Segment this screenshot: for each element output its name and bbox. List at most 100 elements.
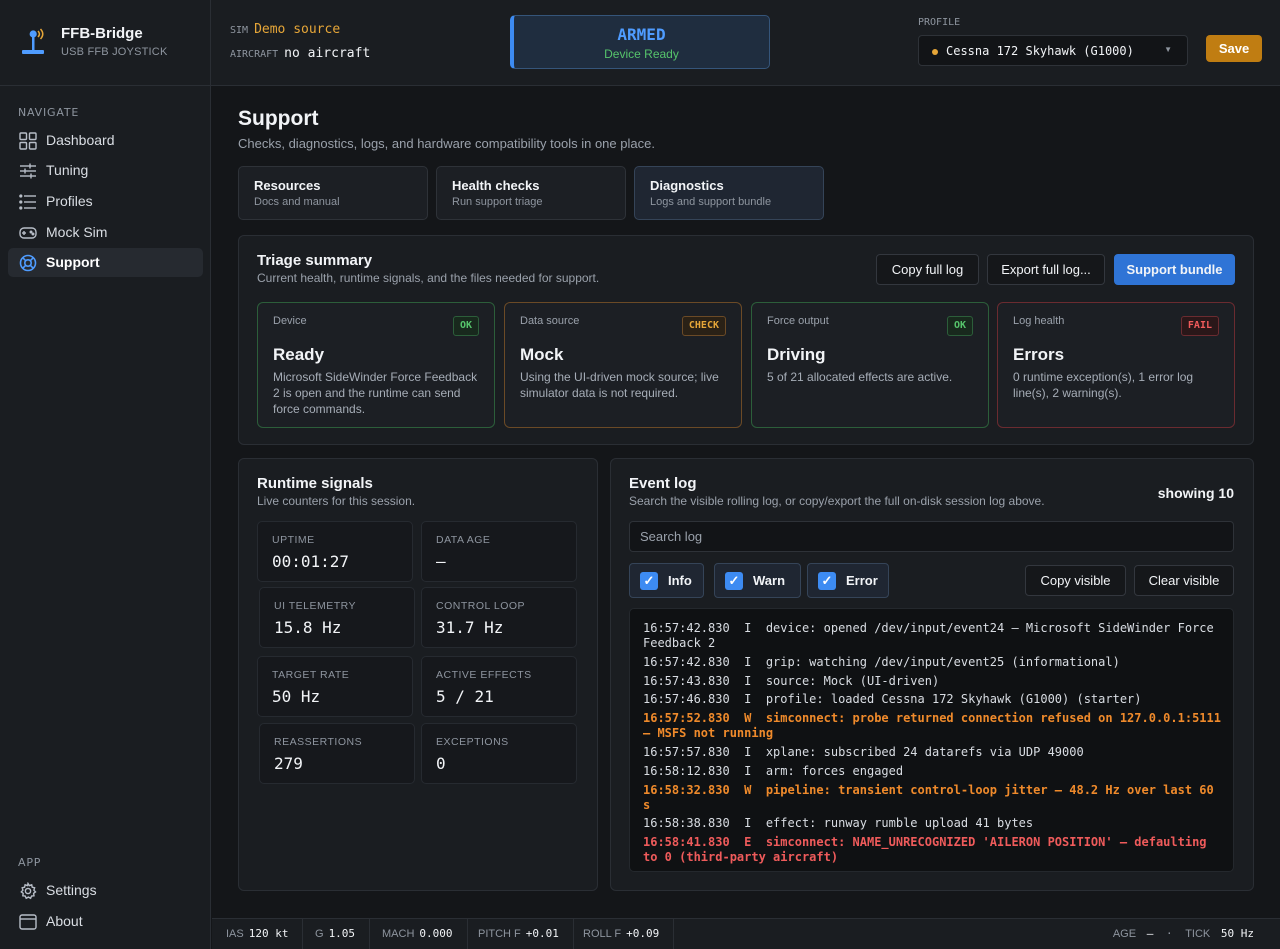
status-right: AGE — · TICK 50 Hz — [1113, 919, 1254, 949]
support-bundle-button[interactable]: Support bundle — [1114, 254, 1235, 285]
export-full-log-button[interactable]: Export full log... — [987, 254, 1105, 285]
search-log-input[interactable] — [629, 521, 1234, 552]
save-button[interactable]: Save — [1206, 35, 1262, 62]
status-label: IAS — [226, 928, 244, 940]
runtime-title: Runtime signals — [257, 475, 373, 492]
aircraft-value: no aircraft — [284, 46, 371, 61]
status-badge: OK — [452, 316, 479, 336]
tab-resources[interactable]: Resources Docs and manual — [238, 166, 428, 220]
tab-subtitle: Run support triage — [452, 196, 543, 208]
sidebar-item-label: Support — [46, 254, 100, 270]
filter-label: Warn — [753, 573, 786, 588]
card-label: Data source — [520, 315, 580, 327]
status-badge: OK — [946, 316, 973, 336]
sim-value: Demo source — [254, 22, 341, 37]
status-ias: IAS 120 kt — [212, 919, 304, 949]
log-health-card: Log health FAIL Errors 0 runtime excepti… — [997, 302, 1235, 428]
sidebar-item-dashboard[interactable]: Dashboard — [8, 126, 203, 155]
aircraft-label: AIRCRAFT — [230, 49, 279, 60]
status-value: 0.000 — [419, 927, 453, 940]
signal-value: 15.8 Hz — [274, 618, 342, 637]
log-line: 16:58:38.830 I effect: runway rumble upl… — [643, 816, 1034, 831]
profile-status-dot — [932, 49, 938, 55]
sidebar-item-about[interactable]: About — [8, 907, 203, 936]
signal-exceptions: EXCEPTIONS 0 — [421, 723, 577, 784]
sidebar-item-profiles[interactable]: Profiles — [8, 187, 203, 216]
signal-value: 5 / 21 — [436, 687, 494, 706]
status-badge: CHECK — [681, 316, 726, 336]
triage-summary-panel: Triage summary Current health, runtime s… — [238, 235, 1254, 445]
status-label: ROLL F — [583, 928, 622, 940]
sim-source-row: SIM Demo source — [230, 21, 340, 37]
filter-warn-toggle[interactable]: ✓ Warn — [714, 563, 801, 598]
top-bar: FFB-Bridge USB FFB JOYSTICK SIM Demo sour… — [0, 0, 1280, 86]
app-heading: APP — [18, 856, 42, 869]
signal-uptime: UPTIME 00:01:27 — [257, 521, 413, 582]
status-bar: IAS 120 kt G 1.05 MACH 0.000 PITCH F +0.01 R… — [212, 918, 1280, 949]
checkbox-checked-icon: ✓ — [640, 572, 658, 590]
tab-diagnostics[interactable]: Diagnostics Logs and support bundle — [634, 166, 824, 220]
log-line: 16:57:57.830 I xplane: subscribed 24 dat… — [643, 744, 1084, 759]
signal-value: — — [436, 552, 446, 571]
card-value: Mock — [520, 345, 564, 364]
chevron-down-icon: ▼ — [1164, 45, 1172, 54]
tab-title: Diagnostics — [650, 178, 724, 193]
app-name: FFB-Bridge — [61, 25, 143, 42]
copy-full-log-button[interactable]: Copy full log — [876, 254, 979, 285]
log-line: 16:57:43.830 I source: Mock (UI-driven) — [643, 673, 940, 688]
event-log-subtitle: Search the visible rolling log, or copy/… — [629, 494, 1045, 508]
status-value: 1.05 — [328, 927, 356, 940]
checkbox-checked-icon: ✓ — [818, 572, 836, 590]
status-label: MACH — [382, 928, 415, 940]
main-content: Support Checks, diagnostics, logs, and h… — [212, 87, 1280, 916]
log-line: 16:58:12.830 I arm: forces engaged — [643, 763, 904, 778]
tick-value: 50 Hz — [1220, 927, 1254, 940]
sim-label: SIM — [230, 25, 249, 36]
app-subtitle: USB FFB JOYSTICK — [61, 46, 168, 58]
sidebar-item-support[interactable]: Support — [8, 248, 203, 277]
joystick-logo-icon — [22, 28, 44, 54]
log-line-error: 16:58:41.830 E simconnect: NAME_UNRECOGN… — [643, 835, 1214, 865]
signal-label: UPTIME — [272, 534, 315, 546]
filter-label: Error — [846, 573, 878, 588]
signal-ui-telemetry: UI TELEMETRY 15.8 Hz — [259, 587, 415, 648]
profile-select[interactable]: Cessna 172 Skyhawk (G1000) ▼ — [918, 35, 1188, 66]
card-label: Log health — [1013, 315, 1065, 327]
navigate-heading: NAVIGATE — [18, 106, 80, 119]
armed-state: ARMED — [617, 25, 666, 44]
signal-value: 31.7 Hz — [436, 618, 504, 637]
card-value: Errors — [1013, 345, 1065, 364]
sidebar-item-settings[interactable]: Settings — [8, 876, 203, 905]
page-subtitle: Checks, diagnostics, logs, and hardware … — [238, 136, 655, 151]
force-output-card: Force output OK Driving 5 of 21 allocate… — [751, 302, 989, 428]
card-description: 0 runtime exception(s), 1 error log line… — [1013, 370, 1194, 400]
card-description: Microsoft SideWinder Force Feedback 2 is… — [273, 370, 478, 416]
sidebar-item-label: Tuning — [46, 162, 89, 178]
triage-title: Triage summary — [257, 252, 373, 269]
gear-icon — [20, 882, 37, 900]
tab-title: Resources — [254, 178, 321, 193]
card-value: Driving — [767, 345, 826, 364]
tab-subtitle: Logs and support bundle — [650, 196, 772, 208]
filter-error-toggle[interactable]: ✓ Error — [807, 563, 889, 598]
brand: FFB-Bridge USB FFB JOYSTICK — [0, 0, 211, 86]
sidebar-item-label: Profiles — [46, 193, 93, 209]
status-value: +0.01 — [525, 927, 559, 940]
filter-info-toggle[interactable]: ✓ Info — [629, 563, 704, 598]
checkbox-checked-icon: ✓ — [725, 572, 743, 590]
filter-label: Info — [668, 573, 692, 588]
clear-visible-button[interactable]: Clear visible — [1134, 565, 1234, 596]
status-label: G — [315, 928, 324, 940]
sidebar-item-tuning[interactable]: Tuning — [8, 156, 203, 185]
copy-visible-button[interactable]: Copy visible — [1025, 565, 1126, 596]
sidebar-item-mock-sim[interactable]: Mock Sim — [8, 218, 203, 247]
signal-label: ACTIVE EFFECTS — [436, 669, 532, 681]
device-card: Device OK Ready Microsoft SideWinder For… — [257, 302, 495, 428]
armed-status-box: ARMED Device Ready — [510, 15, 770, 69]
card-value: Ready — [273, 345, 325, 364]
runtime-subtitle: Live counters for this session. — [257, 494, 416, 508]
card-label: Force output — [767, 315, 829, 327]
status-separator: · — [1165, 927, 1173, 940]
tab-health-checks[interactable]: Health checks Run support triage — [436, 166, 626, 220]
sidebar-item-label: About — [46, 913, 83, 929]
